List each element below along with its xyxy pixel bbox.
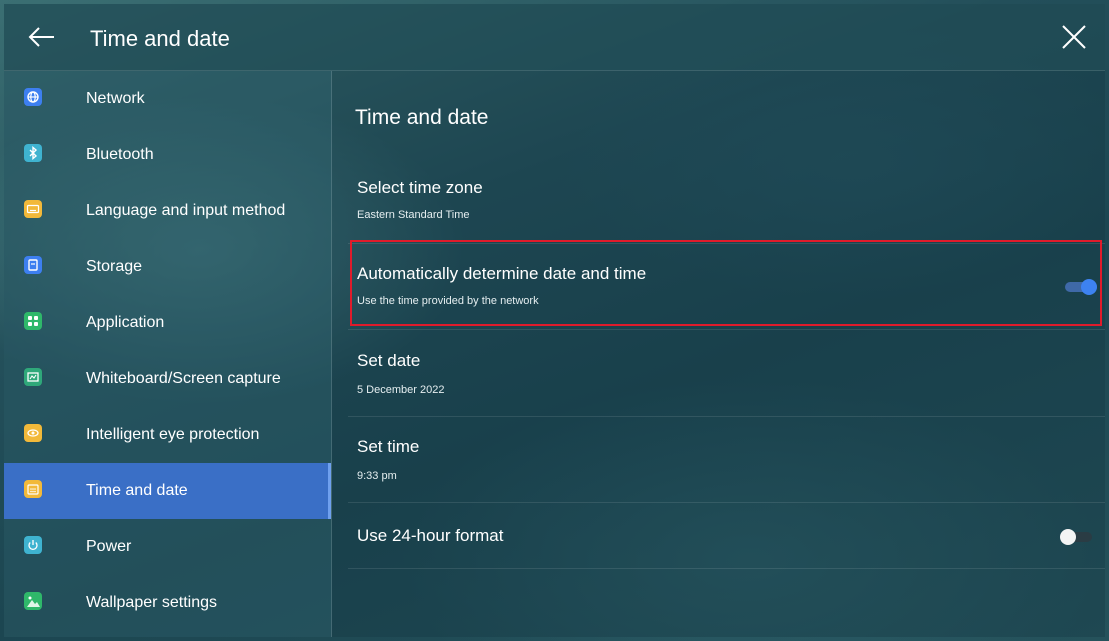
setting-set-date[interactable]: Set date 5 December 2022 <box>332 344 1105 414</box>
sidebar-item-power[interactable]: Power <box>4 519 331 575</box>
calendar-icon <box>24 480 42 498</box>
toggle-knob <box>1060 529 1076 545</box>
power-icon <box>24 536 42 554</box>
sidebar-item-language[interactable]: Language and input method <box>4 183 331 239</box>
settings-screen: Time and date Network Bluetooth Language… <box>0 0 1109 641</box>
image-icon <box>24 592 42 610</box>
divider <box>348 416 1105 417</box>
arrow-left-icon <box>28 27 54 47</box>
sidebar-item-label: Time and date <box>86 482 188 499</box>
divider <box>348 502 1105 503</box>
divider <box>348 329 1105 330</box>
section-title: Time and date <box>355 106 489 129</box>
sidebar-item-label: Language and input method <box>86 202 286 219</box>
highlight-annotation <box>350 240 1102 326</box>
keyboard-icon <box>24 200 42 218</box>
sidebar-item-network[interactable]: Network <box>4 71 331 127</box>
page-title: Time and date <box>90 26 230 51</box>
sidebar-item-label: Network <box>86 90 145 107</box>
divider <box>348 568 1105 569</box>
header-bar: Time and date <box>4 4 1105 71</box>
sidebar-item-label: Whiteboard/Screen capture <box>86 370 281 387</box>
main-panel: Time and date Select time zone Eastern S… <box>332 71 1105 637</box>
setting-subtitle: 9:33 pm <box>357 470 397 482</box>
sidebar-item-label: Intelligent eye protection <box>86 426 260 443</box>
sidebar-item-whiteboard[interactable]: Whiteboard/Screen capture <box>4 351 331 407</box>
setting-select-time-zone[interactable]: Select time zone Eastern Standard Time <box>332 171 1105 241</box>
setting-title: Set date <box>357 351 421 370</box>
setting-subtitle: 5 December 2022 <box>357 384 445 396</box>
setting-title: Set time <box>357 437 420 456</box>
sidebar-item-label: Power <box>86 538 132 555</box>
sidebar-item-time-and-date[interactable]: Time and date <box>4 463 331 519</box>
sidebar-item-label: Bluetooth <box>86 146 154 163</box>
sidebar-item-bluetooth[interactable]: Bluetooth <box>4 127 331 183</box>
setting-title: Select time zone <box>357 178 483 197</box>
whiteboard-icon <box>24 368 42 386</box>
sidebar-item-storage[interactable]: Storage <box>4 239 331 295</box>
eye-icon <box>24 424 42 442</box>
sidebar: Network Bluetooth Language and input met… <box>4 71 332 637</box>
storage-icon <box>24 256 42 274</box>
globe-icon <box>24 88 42 106</box>
setting-title: Use 24-hour format <box>357 526 504 545</box>
close-button[interactable] <box>1055 18 1093 56</box>
close-icon <box>1062 25 1086 49</box>
sidebar-item-wallpaper[interactable]: Wallpaper settings <box>4 575 331 631</box>
24-hour-format-toggle[interactable] <box>1060 529 1092 545</box>
sidebar-item-label: Wallpaper settings <box>86 594 218 611</box>
back-button[interactable] <box>24 19 60 55</box>
sidebar-item-label: Application <box>86 314 165 331</box>
sidebar-item-application[interactable]: Application <box>4 295 331 351</box>
setting-set-time[interactable]: Set time 9:33 pm <box>332 430 1105 500</box>
sidebar-item-label: Storage <box>86 258 143 275</box>
sidebar-item-eye-protection[interactable]: Intelligent eye protection <box>4 407 331 463</box>
setting-24-hour-format[interactable]: Use 24-hour format <box>332 516 1105 566</box>
setting-subtitle: Eastern Standard Time <box>357 209 470 221</box>
apps-icon <box>24 312 42 330</box>
bluetooth-icon <box>24 144 42 162</box>
